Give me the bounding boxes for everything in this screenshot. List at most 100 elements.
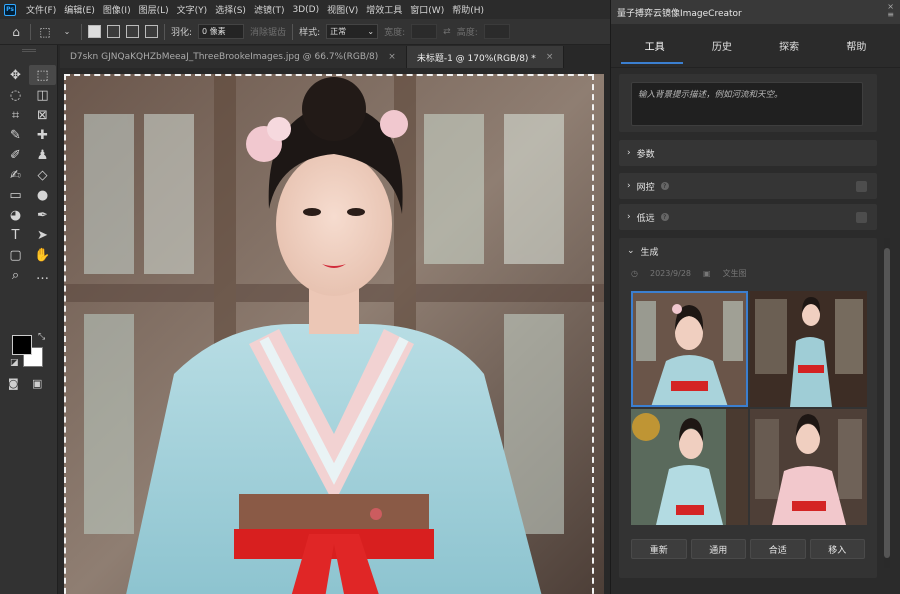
tab-tools[interactable]: 工具 <box>641 32 669 59</box>
default-colors-icon[interactable]: ◪ <box>10 358 19 368</box>
section-params[interactable]: › 参数 <box>619 140 877 166</box>
help-icon[interactable]: ? <box>660 182 669 190</box>
stamp-icon[interactable]: ♟ <box>29 145 56 165</box>
home-icon[interactable]: ⌂ <box>8 24 24 40</box>
height-label: 高度: <box>456 28 478 38</box>
rectangle-icon[interactable]: ▢ <box>2 245 29 265</box>
menu-3d[interactable]: 3D(D) <box>288 5 323 15</box>
chevron-down-icon: ⌄ <box>627 246 635 256</box>
place-in-button[interactable]: 移入 <box>809 539 865 559</box>
panel-header: 量子搏弈云镜像ImageCreator × ≡ <box>611 0 900 24</box>
feather-label: 羽化: <box>171 28 193 38</box>
foreground-color-swatch[interactable] <box>12 335 32 355</box>
result-thumbnail[interactable] <box>750 409 867 525</box>
document-tab[interactable]: D7skn GJNQaKQHZbMeeaJ_ThreeBrookeImages.… <box>60 46 407 68</box>
panel-window-controls[interactable]: × ≡ <box>887 3 894 19</box>
menu-type[interactable]: 文字(Y) <box>173 3 212 16</box>
chevron-right-icon: › <box>627 148 631 158</box>
marquee-icon[interactable]: ⬚ <box>29 65 56 85</box>
panel-scrollbar[interactable] <box>884 238 890 568</box>
new-selection-button[interactable] <box>88 25 101 38</box>
menu-layer[interactable]: 图层(L) <box>135 3 173 16</box>
help-icon[interactable]: ? <box>660 213 669 221</box>
menu-help[interactable]: 帮助(H) <box>448 3 488 16</box>
width-input[interactable] <box>411 24 438 39</box>
section-toggle[interactable] <box>856 181 867 192</box>
result-thumbnail[interactable] <box>631 409 748 525</box>
divider <box>292 23 294 40</box>
close-icon[interactable]: × <box>546 52 554 62</box>
tab-help[interactable]: 帮助 <box>842 32 870 59</box>
prompt-input[interactable]: 输入背景提示描述，例如河流和天空。 <box>631 82 863 126</box>
history-brush-icon[interactable]: ✍ <box>2 165 29 185</box>
lasso-icon[interactable]: ◌ <box>2 85 29 105</box>
canvas-area[interactable] <box>58 68 610 594</box>
panel-grip[interactable] <box>22 49 36 52</box>
blur-icon[interactable]: ● <box>29 185 56 205</box>
height-input[interactable] <box>483 24 510 39</box>
section-label: 生成 <box>640 247 659 258</box>
regenerate-button[interactable]: 重新 <box>631 539 687 559</box>
section-controlnet[interactable]: › 网控 ? <box>619 173 877 199</box>
menu-filter[interactable]: 滤镜(T) <box>250 3 289 16</box>
antialias-checkbox[interactable]: 消除锯齿 <box>250 25 286 38</box>
hand-icon[interactable]: ✋ <box>29 245 56 265</box>
object-select-icon[interactable]: ◫ <box>29 85 56 105</box>
swap-icon[interactable]: ⇄ <box>443 27 451 37</box>
menu-edit[interactable]: 编辑(E) <box>60 3 99 16</box>
document-tabs: D7skn GJNQaKQHZbMeeaJ_ThreeBrookeImages.… <box>60 45 610 68</box>
intersect-selection-button[interactable] <box>145 25 158 38</box>
gradient-icon[interactable]: ▭ <box>2 185 29 205</box>
frame-icon[interactable]: ⊠ <box>29 105 56 125</box>
panel-title: 量子搏弈云镜像ImageCreator <box>617 8 742 19</box>
path-select-icon[interactable]: ➤ <box>29 225 56 245</box>
zoom-icon[interactable]: ⌕ <box>2 265 29 285</box>
more-icon[interactable]: … <box>29 265 56 285</box>
crop-icon[interactable]: ⌗ <box>2 105 29 125</box>
divider <box>30 23 31 40</box>
result-thumbnails <box>631 291 867 525</box>
general-button[interactable]: 通用 <box>690 539 746 559</box>
menu-plugins[interactable]: 增效工具 <box>362 3 406 16</box>
section-lowres[interactable]: › 低远 ? <box>619 204 877 230</box>
feather-input[interactable]: 0 像素 <box>198 24 245 39</box>
result-thumbnail[interactable] <box>750 291 867 407</box>
menu-window[interactable]: 窗口(W) <box>406 3 448 16</box>
divider <box>81 23 82 40</box>
chevron-down-icon[interactable]: ⌄ <box>59 24 75 40</box>
close-icon[interactable]: × <box>388 52 396 62</box>
move-icon[interactable]: ✥ <box>2 65 29 85</box>
result-actions: 重新 通用 合适 移入 <box>631 539 865 559</box>
brush-icon[interactable]: ✐ <box>2 145 29 165</box>
pen-icon[interactable]: ✒ <box>29 205 56 225</box>
scrollbar-thumb[interactable] <box>884 248 890 558</box>
eraser-icon[interactable]: ◇ <box>29 165 56 185</box>
document-tab-active[interactable]: 未标题-1 @ 170%(RGB/8) * × <box>406 46 565 68</box>
type-icon[interactable]: T <box>2 225 29 245</box>
eyedropper-icon[interactable]: ✎ <box>2 125 29 145</box>
menu-view[interactable]: 视图(V) <box>323 3 362 16</box>
imagecreator-panel: 量子搏弈云镜像ImageCreator × ≡ 工具 历史 探索 帮助 输入背景提… <box>610 0 900 594</box>
section-toggle[interactable] <box>856 212 867 223</box>
tab-history[interactable]: 历史 <box>708 32 736 59</box>
section-label: 网控 <box>636 182 655 193</box>
healing-icon[interactable]: ✚ <box>29 125 56 145</box>
menu-file[interactable]: 文件(F) <box>22 3 60 16</box>
divider <box>164 23 165 40</box>
menu-image[interactable]: 图像(I) <box>99 3 135 16</box>
style-select[interactable]: 正常 ⌄ <box>326 24 379 39</box>
screen-mode-icon[interactable]: ▣ <box>32 377 42 390</box>
swap-colors-icon[interactable]: ⤡ <box>38 332 45 342</box>
add-selection-button[interactable] <box>107 25 120 38</box>
tab-explore[interactable]: 探索 <box>775 32 803 59</box>
subtract-selection-button[interactable] <box>126 25 139 38</box>
menu-select[interactable]: 选择(S) <box>211 3 250 16</box>
quick-mask-icon[interactable]: ◙ <box>8 377 19 390</box>
document-tab-title: D7skn GJNQaKQHZbMeeaJ_ThreeBrookeImages.… <box>70 52 379 62</box>
dodge-icon[interactable]: ◕ <box>2 205 29 225</box>
marquee-preset-icon[interactable]: ⬚ <box>37 24 53 40</box>
fit-button[interactable]: 合适 <box>750 539 806 559</box>
menu-bar: Ps 文件(F) 编辑(E) 图像(I) 图层(L) 文字(Y) 选择(S) 滤… <box>0 0 610 19</box>
section-generate[interactable]: ⌄ 生成 <box>619 238 877 264</box>
result-thumbnail[interactable] <box>631 291 748 407</box>
